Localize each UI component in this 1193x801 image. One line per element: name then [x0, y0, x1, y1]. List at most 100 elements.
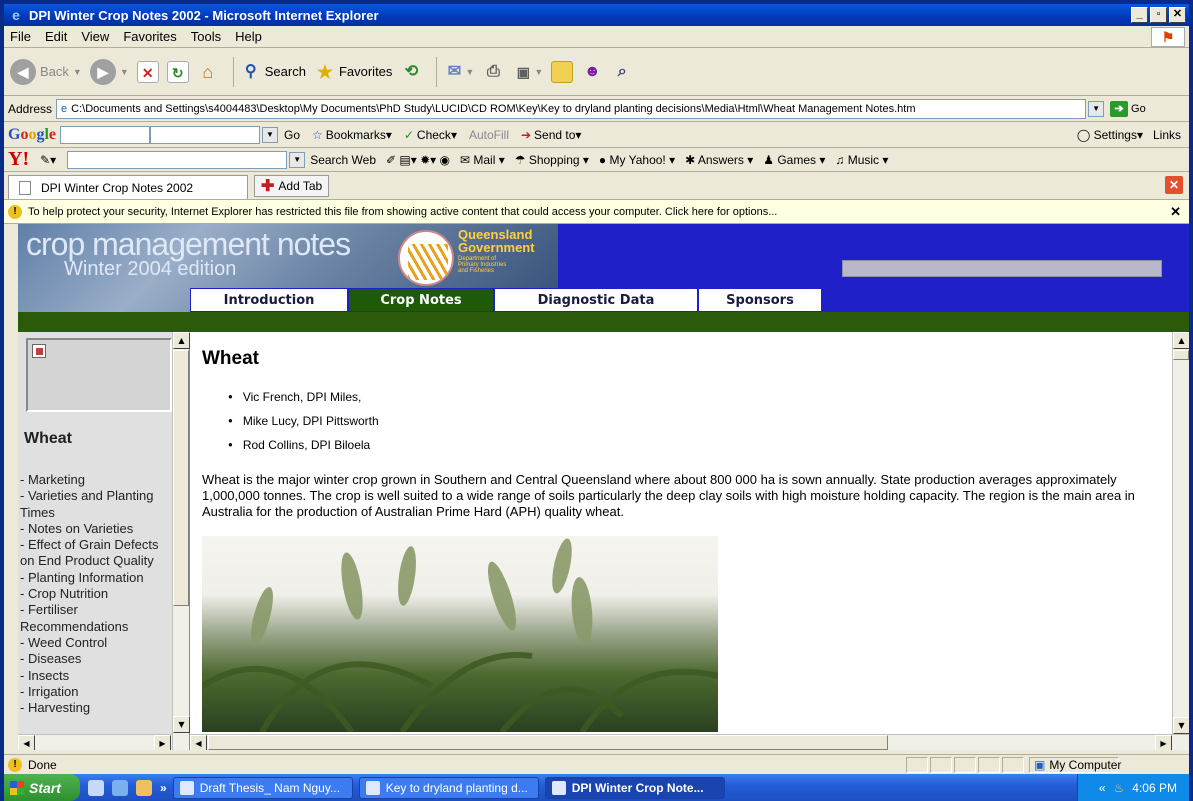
- menu-file[interactable]: File: [10, 29, 31, 44]
- link-crop-nutrition[interactable]: - Crop Nutrition: [20, 586, 172, 602]
- forward-button[interactable]: ▶ ▼: [89, 58, 129, 85]
- google-dropdown[interactable]: ▼: [262, 126, 279, 143]
- google-search-input[interactable]: [60, 125, 151, 144]
- scroll-up-icon[interactable]: ▲: [1173, 332, 1189, 349]
- settings-button[interactable]: ◯ Settings▾: [1077, 128, 1143, 142]
- my-yahoo-button[interactable]: ● My Yahoo! ▾: [599, 153, 675, 167]
- start-button[interactable]: Start: [4, 774, 80, 801]
- scroll-left-icon[interactable]: ◀: [190, 735, 207, 750]
- task-draft-thesis[interactable]: Draft Thesis_ Nam Nguy...: [172, 776, 353, 799]
- link-marketing[interactable]: - Marketing: [20, 472, 172, 488]
- task-key-dryland[interactable]: Key to dryland planting d...: [358, 776, 539, 799]
- links-button[interactable]: Links: [1153, 128, 1181, 142]
- left-vertical-scrollbar[interactable]: ▲ ▼: [172, 332, 190, 750]
- site-search-box[interactable]: [842, 260, 1162, 277]
- quicklaunch-expand-icon[interactable]: »: [160, 781, 167, 795]
- main-vertical-scrollbar[interactable]: ▲ ▼: [1172, 332, 1189, 734]
- quicklaunch-app-icon[interactable]: [136, 779, 152, 796]
- search-web-button[interactable]: Search Web: [310, 153, 376, 167]
- sendto-button[interactable]: ➔ Send to ▾: [521, 128, 581, 142]
- link-grain-defects[interactable]: - Effect of Grain Defects on End Product…: [20, 537, 172, 570]
- system-tray: « ♨ 4:06 PM: [1077, 774, 1189, 801]
- main-horizontal-scrollbar[interactable]: ◀ ▶: [190, 734, 1189, 750]
- menu-edit[interactable]: Edit: [45, 29, 67, 44]
- menu-help[interactable]: Help: [235, 29, 262, 44]
- yahoo-messenger-button[interactable]: ☻: [581, 61, 603, 83]
- link-planting-information[interactable]: - Planting Information: [20, 570, 172, 586]
- yahoo-mail-button[interactable]: ✉ Mail ▾: [460, 153, 505, 167]
- menu-view[interactable]: View: [81, 29, 109, 44]
- favorites-button[interactable]: ★ Favorites: [314, 61, 393, 83]
- left-horizontal-scrollbar[interactable]: ◀ ▶: [18, 734, 172, 750]
- tray-expand-icon[interactable]: «: [1099, 781, 1106, 795]
- nav-introduction[interactable]: Introduction: [190, 288, 348, 312]
- add-tab-button[interactable]: ✚ Add Tab: [254, 175, 330, 197]
- status-bar: ! Done ▣ My Computer: [4, 754, 1189, 774]
- folder-button[interactable]: [551, 60, 574, 83]
- home-button[interactable]: ⌂: [197, 61, 219, 83]
- stop-button[interactable]: ✕: [136, 60, 159, 83]
- infobar-close-icon[interactable]: ✕: [1170, 204, 1181, 220]
- search-button[interactable]: ⚲ Search: [240, 61, 306, 83]
- google-go-button[interactable]: Go: [284, 128, 300, 142]
- back-button[interactable]: ◀ Back ▼: [10, 58, 82, 85]
- yahoo-search-dropdown[interactable]: ▼: [289, 151, 306, 168]
- link-varieties-planting-times[interactable]: - Varieties and Planting Times: [20, 488, 172, 521]
- history-button[interactable]: ⟲: [400, 61, 422, 83]
- scroll-right-icon[interactable]: ▶: [1155, 735, 1172, 750]
- answers-button[interactable]: ✱ Answers ▾: [685, 153, 753, 167]
- link-irrigation[interactable]: - Irrigation: [20, 684, 172, 700]
- menu-favorites[interactable]: Favorites: [123, 29, 176, 44]
- security-info-bar[interactable]: ! To help protect your security, Interne…: [4, 200, 1189, 224]
- quicklaunch-icon[interactable]: [88, 779, 104, 796]
- check-button[interactable]: ✓ Check ▾: [404, 128, 457, 142]
- link-fertiliser-recommendations[interactable]: - Fertiliser Recommendations: [20, 602, 172, 635]
- clock: 4:06 PM: [1132, 780, 1177, 795]
- edit-button[interactable]: ▣ ▼: [512, 61, 544, 83]
- quicklaunch-ie-icon[interactable]: [112, 779, 128, 796]
- nav-diagnostic-data[interactable]: Diagnostic Data: [494, 288, 698, 312]
- highlight-icon[interactable]: ✐ ▤▾ ✹▾ ◉: [386, 153, 450, 167]
- link-diseases[interactable]: - Diseases: [20, 651, 172, 667]
- nav-sponsors[interactable]: Sponsors: [698, 288, 822, 312]
- back-label: Back: [40, 64, 69, 79]
- music-button[interactable]: ♫ Music ▾: [835, 153, 888, 167]
- task-dpi-winter-crop-notes[interactable]: DPI Winter Crop Note...: [544, 776, 725, 799]
- scroll-up-icon[interactable]: ▲: [173, 332, 190, 349]
- link-weed-control[interactable]: - Weed Control: [20, 635, 172, 651]
- minimize-button[interactable]: _: [1131, 7, 1148, 23]
- close-button[interactable]: ✕: [1169, 7, 1186, 23]
- scroll-right-icon[interactable]: ▶: [154, 735, 171, 750]
- scroll-down-icon[interactable]: ▼: [1173, 717, 1189, 734]
- scroll-left-icon[interactable]: ◀: [18, 735, 35, 750]
- link-harvesting[interactable]: - Harvesting: [20, 700, 172, 716]
- link-notes-on-varieties[interactable]: - Notes on Varieties: [20, 521, 172, 537]
- word-icon: [179, 780, 194, 795]
- refresh-button[interactable]: ↻: [166, 60, 189, 83]
- queensland-government-logo: [398, 230, 454, 286]
- autofill-button[interactable]: AutoFill: [469, 128, 509, 142]
- close-tab-button[interactable]: ✕: [1165, 176, 1183, 194]
- shopping-button[interactable]: ☂ Shopping ▾: [515, 153, 589, 167]
- scroll-down-icon[interactable]: ▼: [173, 716, 190, 733]
- nav-crop-notes[interactable]: Crop Notes: [348, 288, 494, 312]
- print-button[interactable]: ⎙: [482, 61, 504, 83]
- tab-dpi-winter-crop-notes[interactable]: DPI Winter Crop Notes 2002: [8, 175, 248, 199]
- yahoo-search-input[interactable]: [67, 150, 288, 169]
- games-button[interactable]: ♟ Games ▾: [763, 153, 825, 167]
- mail-button[interactable]: ✉ ▼: [443, 61, 475, 83]
- address-dropdown[interactable]: ▼: [1088, 100, 1105, 117]
- google-search-field[interactable]: [150, 125, 261, 144]
- research-button[interactable]: ⌕: [611, 61, 633, 83]
- menu-tools[interactable]: Tools: [191, 29, 221, 44]
- bookmarks-button[interactable]: ☆ Bookmarks ▾: [312, 128, 392, 142]
- link-insects[interactable]: - Insects: [20, 668, 172, 684]
- address-input[interactable]: e C:\Documents and Settings\s4004483\Des…: [56, 98, 1087, 119]
- pencil-icon[interactable]: ✎▾: [40, 153, 56, 167]
- restore-button[interactable]: ▫: [1150, 7, 1167, 23]
- java-icon[interactable]: ♨: [1114, 781, 1125, 795]
- scroll-thumb[interactable]: [1173, 350, 1189, 360]
- go-button[interactable]: ➔ Go: [1110, 100, 1146, 117]
- scroll-thumb[interactable]: [173, 350, 189, 606]
- scroll-thumb[interactable]: [208, 735, 888, 750]
